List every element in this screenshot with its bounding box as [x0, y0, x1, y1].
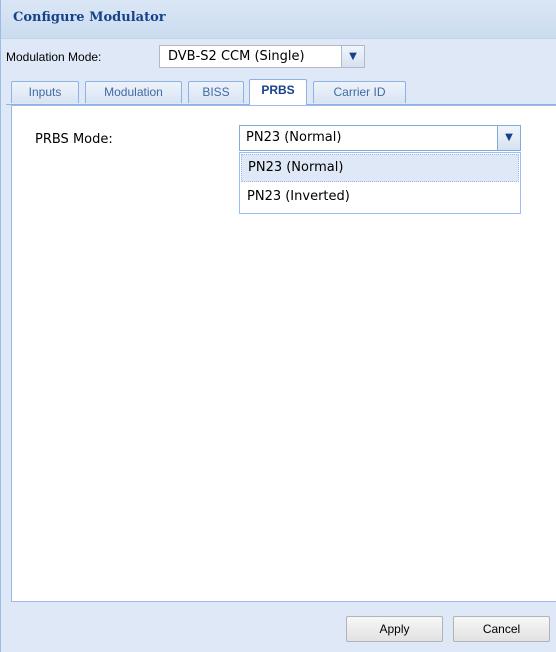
tab-inputs[interactable]: Inputs [11, 81, 79, 103]
modulation-mode-label: Modulation Mode: [6, 50, 102, 64]
chevron-down-icon[interactable]: ▼ [341, 46, 364, 67]
apply-button[interactable]: Apply [346, 616, 443, 642]
cancel-button[interactable]: Cancel [453, 616, 550, 642]
tab-strip: Inputs Modulation BISS PRBS Carrier ID [6, 79, 556, 105]
configure-modulator-dialog: Configure Modulator Modulation Mode: DVB… [0, 0, 556, 652]
prbs-mode-value: PN23 (Normal) [246, 130, 342, 145]
dialog-footer: Apply Cancel [1, 602, 556, 652]
prbs-mode-label: PRBS Mode: [35, 132, 113, 147]
tab-carrier-id[interactable]: Carrier ID [313, 81, 406, 103]
chevron-down-icon[interactable]: ▼ [497, 126, 520, 150]
tab-biss[interactable]: BISS [188, 81, 244, 103]
dialog-title-bar[interactable]: Configure Modulator [1, 0, 556, 39]
dialog-title: Configure Modulator [13, 10, 166, 25]
prbs-mode-dropdown-list: PN23 (Normal) PN23 (Inverted) [239, 152, 521, 214]
prbs-panel: PRBS Mode: PN23 (Normal) ▼ PN23 (Normal)… [11, 105, 556, 602]
modulation-mode-select[interactable]: DVB-S2 CCM (Single) ▼ [159, 45, 365, 68]
tab-prbs[interactable]: PRBS [249, 79, 307, 105]
modulation-mode-row: Modulation Mode: DVB-S2 CCM (Single) ▼ [1, 41, 556, 73]
prbs-mode-select[interactable]: PN23 (Normal) ▼ [239, 125, 521, 151]
modulation-mode-value: DVB-S2 CCM (Single) [168, 49, 305, 64]
prbs-option-normal[interactable]: PN23 (Normal) [241, 154, 519, 182]
prbs-option-inverted[interactable]: PN23 (Inverted) [241, 184, 519, 212]
tab-modulation[interactable]: Modulation [85, 81, 182, 103]
